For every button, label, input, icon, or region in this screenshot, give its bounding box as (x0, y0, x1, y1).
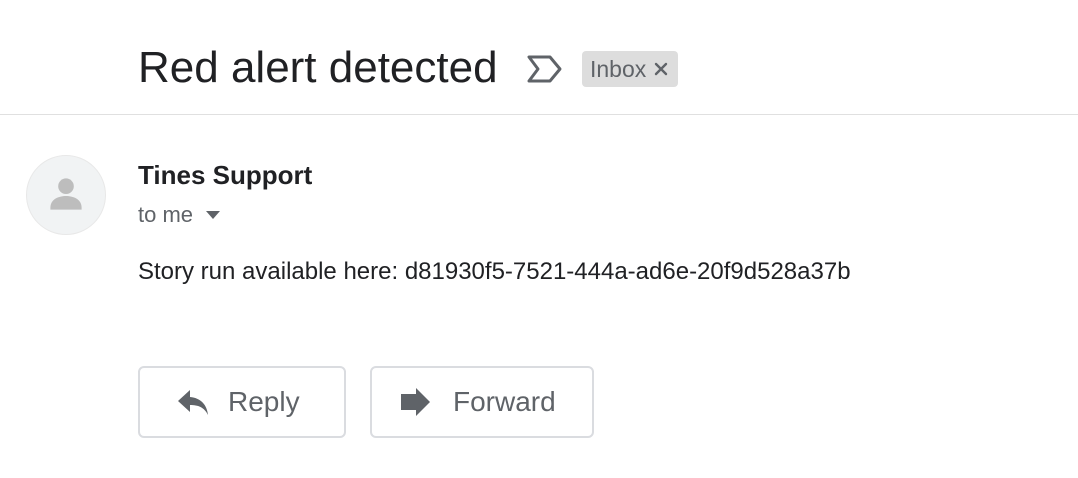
person-icon (50, 178, 82, 210)
reply-icon (178, 390, 208, 415)
reply-button[interactable]: Reply (138, 366, 346, 438)
forward-button-label: Forward (453, 386, 556, 417)
avatar[interactable] (26, 155, 106, 235)
email-subject: Red alert detected (138, 43, 498, 92)
email-header: Red alert detected Inbox (0, 0, 1078, 115)
email-body: Story run available here: d81930f5-7521-… (138, 258, 851, 285)
label-important-outline-icon[interactable] (526, 54, 564, 84)
forward-button[interactable]: Forward (370, 366, 594, 438)
close-icon[interactable] (654, 62, 668, 76)
label-chip-text: Inbox (590, 55, 647, 82)
sender-name: Tines Support (138, 160, 313, 190)
caret-down-icon (206, 211, 221, 219)
reply-button-label: Reply (228, 386, 300, 417)
recipient-details-toggle[interactable]: to me (138, 200, 221, 230)
forward-arrow-icon (401, 388, 430, 416)
recipient-summary: to me (138, 202, 194, 227)
label-chip-inbox: Inbox (582, 51, 679, 87)
